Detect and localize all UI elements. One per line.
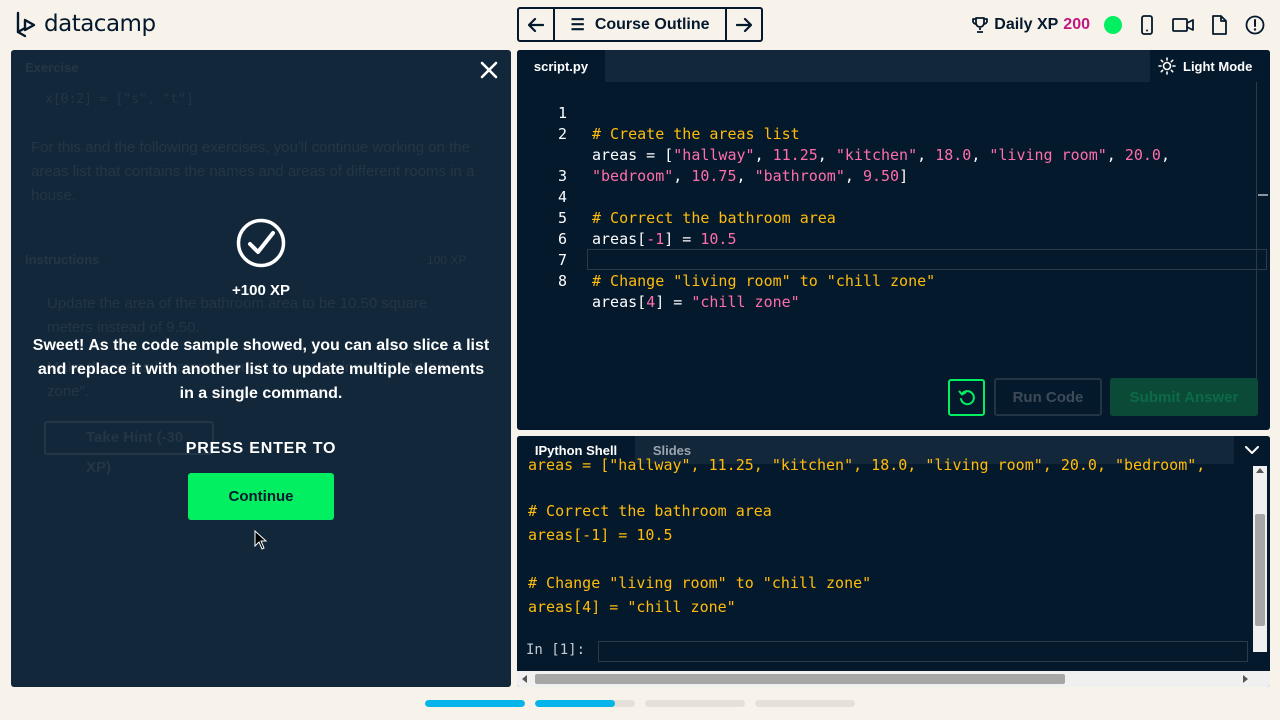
code-line: 7 # Change "living room" to "chill zone"	[517, 229, 935, 290]
daily-xp: Daily XP 200	[971, 16, 1090, 34]
report-issue-button[interactable]	[1244, 14, 1266, 36]
exercise-progress	[425, 700, 855, 707]
submit-answer-button[interactable]: Submit Answer	[1110, 378, 1258, 416]
console-line: # Change "living room" to "chill zone"	[528, 574, 872, 592]
code-text: # Create the areas list	[592, 125, 800, 143]
alert-icon	[1245, 15, 1265, 35]
reset-code-button[interactable]	[948, 379, 985, 416]
code-line: 5 areas[-1] = 10.5	[517, 187, 737, 248]
brand-name: datacamp	[44, 11, 156, 37]
instruction-bullet: Update the area of the bathroom area to …	[47, 295, 428, 336]
course-outline-label: Course Outline	[594, 15, 710, 33]
console-horizontal-scrollbar[interactable]	[517, 671, 1270, 687]
code-line: 8 areas[4] = "chill zone"	[517, 250, 800, 311]
scroll-right-icon	[1243, 675, 1248, 683]
exercise-paragraph: For this and the following exercises, yo…	[31, 139, 475, 204]
daily-xp-label: Daily XP	[994, 16, 1059, 33]
current-line-highlight	[587, 249, 1267, 270]
light-mode-toggle[interactable]: Light Mode	[1150, 50, 1270, 82]
scrollbar-thumb[interactable]	[535, 674, 1065, 684]
slides-button[interactable]	[1208, 14, 1230, 36]
line-number: 8	[557, 272, 567, 290]
mobile-button[interactable]	[1136, 14, 1158, 36]
run-code-button[interactable]: Run Code	[994, 378, 1102, 416]
mobile-icon	[1141, 15, 1153, 35]
video-button[interactable]	[1172, 14, 1194, 36]
console-line: areas[4] = "chill zone"	[528, 598, 736, 616]
checkmark-circle-icon	[236, 218, 286, 268]
progress-fill	[535, 700, 615, 707]
code-text: # Correct the bathroom area	[592, 209, 836, 227]
code-text: areas = ["hallway", 11.25, "kitchen", 18…	[592, 146, 1170, 164]
menu-icon: ☰	[570, 16, 585, 34]
progress-segment	[645, 700, 745, 707]
course-navigation: ☰ Course Outline	[517, 7, 763, 42]
mouse-pointer-icon	[254, 530, 268, 550]
code-text: areas[-1] = 10.5	[592, 230, 737, 248]
close-button[interactable]	[477, 58, 501, 82]
exercise-panel: Exercise x[0:2] = ["s", "t"] For this an…	[11, 50, 511, 687]
progress-segment	[535, 700, 635, 707]
scroll-up-icon	[1256, 468, 1264, 473]
top-bar: datacamp ☰ Course Outline Daily XP 200	[0, 0, 1280, 50]
chevron-down-icon	[1245, 445, 1259, 454]
sun-icon	[1158, 57, 1176, 75]
header-tools: Daily XP 200	[971, 11, 1266, 39]
trophy-icon	[972, 17, 989, 33]
arrow-right-icon	[736, 17, 752, 32]
editor-overview-ruler	[1256, 82, 1268, 402]
course-outline-button[interactable]: ☰ Course Outline	[555, 9, 725, 40]
instructions-title: Instructions	[25, 252, 100, 267]
code-line: "bedroom", 10.75, "bathroom", 9.50]	[517, 124, 908, 185]
press-enter-hint: PRESS ENTER TO	[185, 440, 337, 457]
close-icon	[480, 61, 498, 79]
light-mode-label: Light Mode	[1183, 58, 1253, 74]
arrow-left-icon	[528, 17, 544, 32]
code-line: 2 areas = ["hallway", 11.25, "kitchen", …	[517, 103, 1170, 164]
datacamp-logo-icon	[16, 11, 36, 38]
code-line: 6	[517, 208, 571, 248]
exercise-section-title: Exercise	[25, 60, 79, 75]
progress-fill	[425, 700, 525, 707]
instructions-xp: 100 XP	[427, 253, 467, 267]
code-line: 3	[517, 145, 571, 185]
xp-earned: +100 XP	[232, 282, 290, 299]
video-icon	[1172, 18, 1194, 32]
scrollbar-thumb[interactable]	[1255, 514, 1265, 626]
code-line: 1 # Create the areas list	[517, 82, 800, 143]
collapse-console-button[interactable]	[1234, 436, 1270, 464]
document-icon	[1212, 15, 1227, 35]
code-text: areas[4] = "chill zone"	[592, 293, 800, 311]
console-line: areas[-1] = 10.5	[528, 526, 673, 544]
status-indicator	[1104, 16, 1122, 34]
progress-segment	[755, 700, 855, 707]
code-text: # Change "living room" to "chill zone"	[592, 272, 936, 290]
console-line: areas = ["hallway", 11.25, "kitchen", 18…	[528, 456, 1206, 474]
code-line: 4 # Correct the bathroom area	[517, 166, 836, 227]
next-exercise-button[interactable]	[725, 9, 761, 40]
scroll-left-icon	[522, 675, 527, 683]
tab-script-py[interactable]: script.py	[517, 50, 605, 82]
code-editor: script.py Light Mode 1 # Create the area…	[517, 50, 1270, 430]
console-input[interactable]	[598, 641, 1248, 662]
console-panel: IPython Shell Slides areas = ["hallway",…	[517, 436, 1270, 687]
console-line: # Correct the bathroom area	[528, 502, 772, 520]
progress-segment	[425, 700, 525, 707]
continue-button[interactable]: Continue	[188, 473, 334, 520]
success-message: Sweet! As the code sample showed, you ca…	[32, 337, 490, 402]
exercise-code-snippet: x[0:2] = ["s", "t"]	[45, 92, 194, 107]
datacamp-logo[interactable]: datacamp	[14, 10, 156, 38]
reset-icon	[958, 389, 975, 405]
daily-xp-value: 200	[1063, 16, 1090, 33]
editor-tab-bar: script.py Light Mode	[517, 50, 1270, 82]
previous-exercise-button[interactable]	[519, 9, 555, 40]
console-prompt: In [1]:	[526, 642, 586, 658]
console-vertical-scrollbar[interactable]	[1253, 466, 1267, 652]
code-text: "bedroom", 10.75, "bathroom", 9.50]	[592, 167, 909, 185]
